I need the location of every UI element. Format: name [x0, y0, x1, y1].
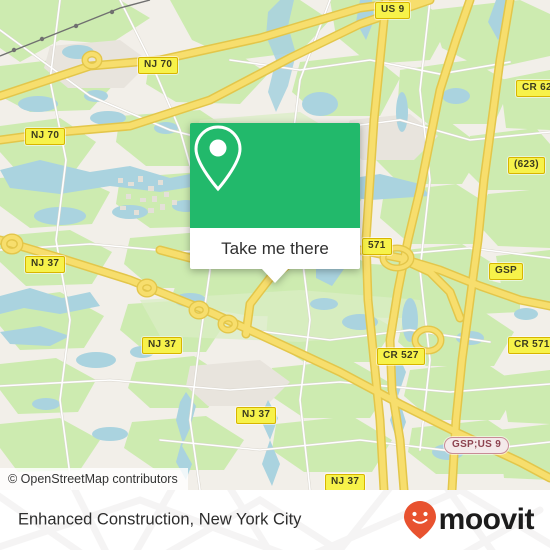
road-shield: NJ 37 [236, 407, 277, 424]
road-shield: CR 62 [516, 80, 550, 97]
road-shield: NJ 37 [25, 256, 66, 273]
road-shield: NJ 37 [325, 474, 366, 490]
map-pin-icon [194, 125, 242, 192]
map-canvas[interactable]: .land{fill:#f2efe9} .forest{fill:#cdebb0… [0, 0, 550, 490]
moovit-logo[interactable]: moovit [403, 500, 535, 540]
popup-header [190, 123, 360, 228]
moovit-wordmark: moovit [438, 503, 535, 536]
location-popup[interactable]: Take me there [190, 123, 360, 283]
popup-tail [261, 268, 289, 283]
road-shield: NJ 37 [142, 337, 183, 354]
road-shield: CR 571 [508, 337, 550, 354]
take-me-there-button[interactable]: Take me there [190, 228, 360, 283]
road-shield: (623) [508, 157, 545, 174]
page-title: Enhanced Construction, New York City [18, 510, 302, 529]
footer-bar: Enhanced Construction, New York City moo… [0, 490, 550, 550]
moovit-pin-icon [403, 501, 436, 539]
road-shield: 571 [362, 238, 392, 255]
moovit-map-screen: .land{fill:#f2efe9} .forest{fill:#cdebb0… [0, 0, 550, 550]
road-shield: GSP;US 9 [444, 437, 510, 454]
road-shield: US 9 [375, 2, 411, 19]
road-shield: NJ 70 [138, 57, 179, 74]
take-me-there-label: Take me there [221, 238, 329, 258]
road-shield: CR 527 [377, 348, 425, 365]
map-attribution[interactable]: © OpenStreetMap contributors [0, 468, 188, 490]
road-shield: GSP [489, 263, 524, 280]
road-shield: NJ 70 [25, 128, 66, 145]
